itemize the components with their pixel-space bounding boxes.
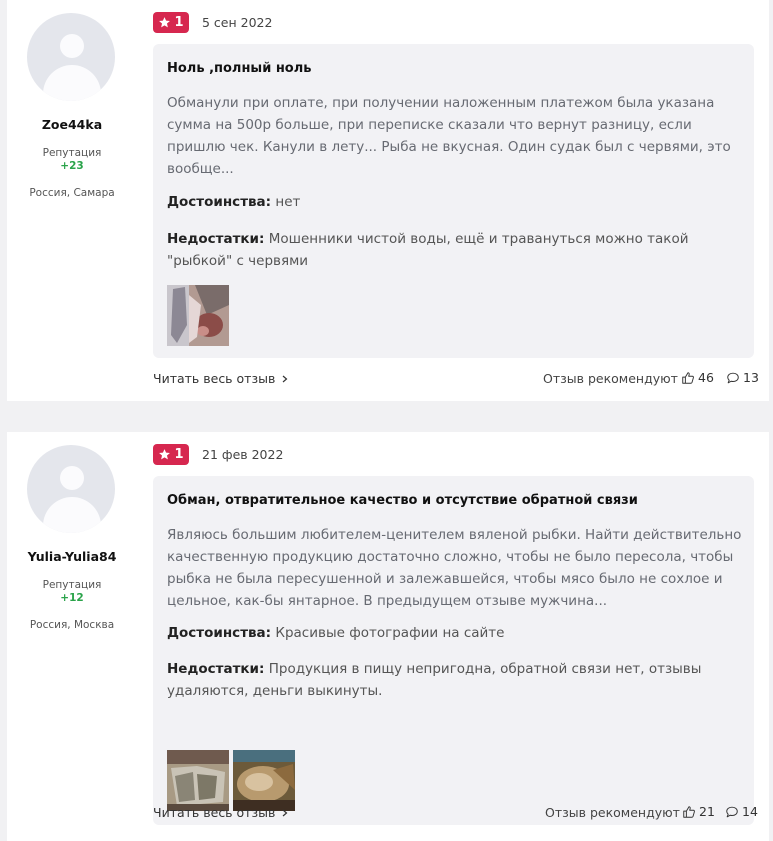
rating-badge: 1	[153, 444, 189, 465]
review-photos	[167, 285, 229, 346]
review-cons: Недостатки: Продукция в пищу непригодна,…	[167, 658, 752, 702]
review-body: Обман, отвратительное качество и отсутст…	[153, 476, 754, 825]
review-photos	[167, 750, 295, 811]
review-date: 21 фев 2022	[202, 447, 284, 462]
review-cons: Недостатки: Мошенники чистой воды, ещё и…	[167, 228, 752, 272]
rating-value: 1	[174, 447, 184, 462]
review-title[interactable]: Обман, отвратительное качество и отсутст…	[167, 493, 638, 508]
star-icon	[159, 17, 171, 28]
like-button[interactable]: 21	[682, 804, 715, 819]
review-photo[interactable]	[167, 285, 229, 346]
read-full-review-link[interactable]: Читать весь отзыв	[153, 371, 289, 386]
review-date: 5 сен 2022	[202, 15, 273, 30]
read-full-review-label: Читать весь отзыв	[153, 371, 276, 386]
author-location: Россия, Москва	[29, 619, 115, 631]
thumbs-up-icon	[683, 805, 695, 818]
author-location: Россия, Самара	[29, 187, 115, 199]
star-icon	[159, 449, 171, 460]
chevron-right-icon	[282, 375, 288, 382]
read-full-review-label: Читать весь отзыв	[153, 805, 276, 820]
likes-count: 46	[698, 370, 714, 385]
review-pros: Достоинства: нет	[167, 191, 752, 213]
cons-label: Недостатки:	[167, 661, 265, 677]
reputation-label: Репутация	[42, 579, 102, 591]
avatar[interactable]	[27, 445, 115, 533]
reputation-value: +12	[60, 592, 84, 604]
author-name[interactable]: Yulia-Yulia84	[7, 549, 137, 564]
review-text: Обманули при оплате, при получении налож…	[167, 95, 731, 177]
review-pros: Достоинства: Красивые фотографии на сайт…	[167, 622, 752, 644]
review-card: Yulia-Yulia84 Репутация +12 Россия, Моск…	[7, 432, 769, 841]
speech-bubble-icon	[727, 372, 739, 383]
comments-button[interactable]: 13	[726, 370, 759, 385]
pros-label: Достоинства:	[167, 625, 272, 641]
comments-count: 13	[743, 370, 759, 385]
comments-button[interactable]: 14	[725, 804, 758, 819]
review-text: Являюсь большим любителем-ценителем вяле…	[167, 527, 742, 609]
review-card: Zoe44ka Репутация +23 Россия, Самара 1 5…	[7, 0, 769, 401]
likes-count: 21	[699, 804, 715, 819]
chevron-right-icon	[282, 809, 288, 816]
recommend-label: Отзыв рекомендуют	[545, 805, 680, 820]
author-name[interactable]: Zoe44ka	[7, 117, 137, 132]
speech-bubble-icon	[726, 806, 738, 817]
thumbs-up-icon	[682, 371, 694, 384]
pros-text: Красивые фотографии на сайте	[275, 625, 505, 641]
cons-label: Недостатки:	[167, 231, 265, 247]
rating-value: 1	[174, 15, 184, 30]
reputation-value: +23	[60, 160, 84, 172]
rating-badge: 1	[153, 12, 189, 33]
read-full-review-link[interactable]: Читать весь отзыв	[153, 805, 289, 820]
review-body: Ноль ,полный ноль Обманули при оплате, п…	[153, 44, 754, 358]
like-button[interactable]: 46	[681, 370, 714, 385]
review-photo[interactable]	[167, 750, 229, 811]
pros-text: нет	[275, 194, 301, 210]
recommend-label: Отзыв рекомендуют	[543, 371, 678, 386]
review-photo[interactable]	[233, 750, 295, 811]
comments-count: 14	[742, 804, 758, 819]
avatar[interactable]	[27, 13, 115, 101]
review-title[interactable]: Ноль ,полный ноль	[167, 61, 311, 76]
pros-label: Достоинства:	[167, 194, 272, 210]
reputation-label: Репутация	[42, 147, 102, 159]
